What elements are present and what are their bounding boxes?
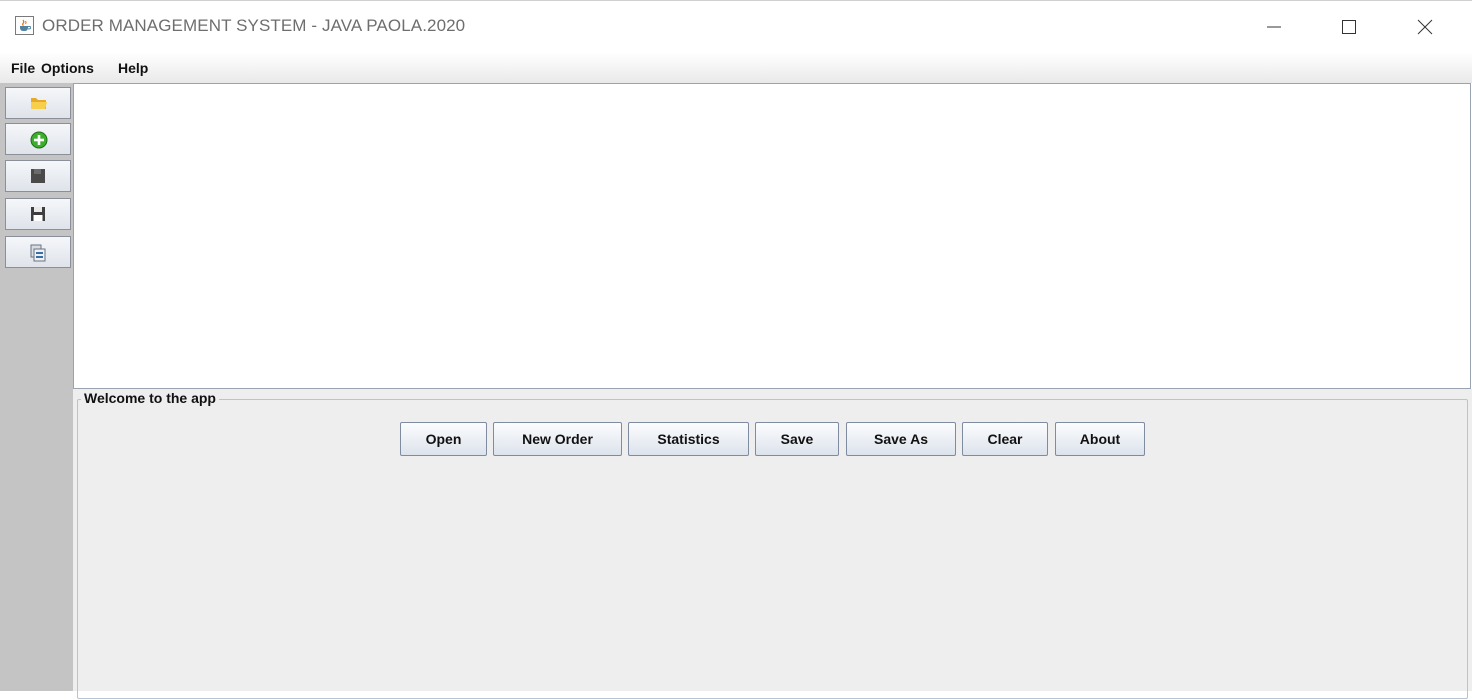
- about-button[interactable]: About: [1055, 422, 1145, 456]
- save-icon: [31, 169, 45, 183]
- save-as-icon: [31, 207, 45, 221]
- toolbar: [0, 83, 73, 691]
- toolbar-save-as-button[interactable]: [5, 198, 71, 230]
- menu-file[interactable]: File: [11, 60, 35, 76]
- open-button[interactable]: Open: [400, 422, 487, 456]
- statistics-button[interactable]: Statistics: [628, 422, 749, 456]
- window-title: ORDER MANAGEMENT SYSTEM - JAVA PAOLA.202…: [42, 16, 466, 35]
- folder-open-icon: [31, 98, 47, 109]
- minimize-icon[interactable]: [1251, 1, 1297, 53]
- add-circle-icon: [30, 131, 48, 149]
- toolbar-statistics-button[interactable]: [5, 236, 71, 268]
- toolbar-new-order-button[interactable]: [5, 123, 71, 155]
- new-order-button[interactable]: New Order: [493, 422, 622, 456]
- statistics-icon: [30, 244, 46, 262]
- title-bar: ORDER MANAGEMENT SYSTEM - JAVA PAOLA.202…: [0, 0, 1472, 53]
- content-area: [73, 83, 1471, 389]
- maximize-icon[interactable]: [1326, 1, 1372, 53]
- save-button[interactable]: Save: [755, 422, 839, 456]
- toolbar-save-button[interactable]: [5, 160, 71, 192]
- menu-options[interactable]: Options: [41, 60, 94, 76]
- toolbar-open-button[interactable]: [5, 87, 71, 119]
- java-cup-icon[interactable]: [15, 16, 34, 35]
- menu-bar: File Options Help: [0, 52, 1472, 83]
- close-icon[interactable]: [1402, 1, 1448, 53]
- welcome-group-title: Welcome to the app: [81, 390, 219, 406]
- menu-help[interactable]: Help: [118, 60, 148, 76]
- clear-button[interactable]: Clear: [962, 422, 1048, 456]
- save-as-button[interactable]: Save As: [846, 422, 956, 456]
